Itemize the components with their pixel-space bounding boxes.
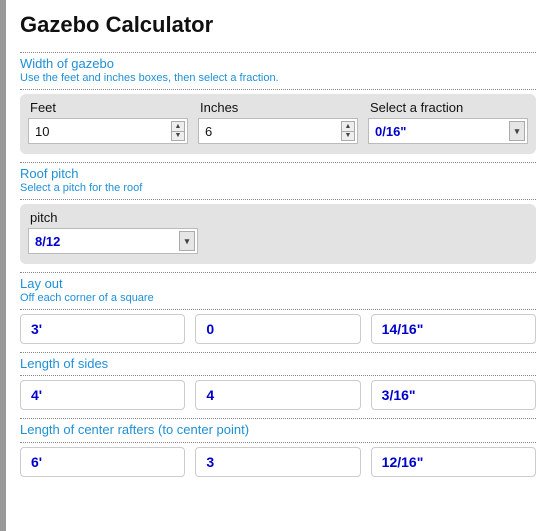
- section-sides-title: Length of sides: [20, 356, 536, 372]
- section-rafters-title: Length of center rafters (to center poin…: [20, 422, 536, 438]
- width-feet-spinner[interactable]: ▲ ▼: [171, 121, 185, 141]
- section-width-subtitle: Use the feet and inches boxes, then sele…: [20, 72, 536, 86]
- sides-inches-output: 4: [195, 380, 360, 410]
- chevron-up-icon[interactable]: ▲: [342, 122, 354, 132]
- pitch-field: pitch 8/12 ▾: [28, 210, 198, 254]
- rafters-output-row: 6' 3 12/16": [20, 447, 536, 477]
- width-input-group: Feet 10 ▲ ▼ Inches 6 ▲ ▼: [20, 94, 536, 154]
- section-pitch-subtitle: Select a pitch for the roof: [20, 182, 536, 196]
- section-width-header: Width of gazebo Use the feet and inches …: [20, 52, 536, 90]
- width-inches-field: Inches 6 ▲ ▼: [198, 100, 358, 144]
- chevron-down-icon[interactable]: ▾: [509, 121, 525, 141]
- chevron-down-icon[interactable]: ▼: [342, 132, 354, 141]
- width-feet-field: Feet 10 ▲ ▼: [28, 100, 188, 144]
- width-feet-value: 10: [35, 124, 165, 139]
- section-pitch-title: Roof pitch: [20, 166, 536, 182]
- width-fraction-label: Select a fraction: [370, 100, 528, 115]
- section-pitch: Roof pitch Select a pitch for the roof p…: [20, 162, 536, 264]
- pitch-value: 8/12: [35, 234, 60, 249]
- width-fraction-value: 0/16": [375, 124, 406, 139]
- section-pitch-header: Roof pitch Select a pitch for the roof: [20, 162, 536, 200]
- pitch-label: pitch: [30, 210, 198, 225]
- width-fraction-select[interactable]: 0/16" ▾: [368, 118, 528, 144]
- width-feet-label: Feet: [30, 100, 188, 115]
- width-fraction-field: Select a fraction 0/16" ▾: [368, 100, 528, 144]
- width-inches-input[interactable]: 6 ▲ ▼: [198, 118, 358, 144]
- section-width: Width of gazebo Use the feet and inches …: [20, 52, 536, 154]
- sides-output-row: 4' 4 3/16": [20, 380, 536, 410]
- chevron-up-icon[interactable]: ▲: [172, 122, 184, 132]
- section-sides: Length of sides 4' 4 3/16": [20, 352, 536, 410]
- width-inches-spinner[interactable]: ▲ ▼: [341, 121, 355, 141]
- sides-fraction-output: 3/16": [371, 380, 536, 410]
- layout-fraction-output: 14/16": [371, 314, 536, 344]
- rafters-inches-output: 3: [195, 447, 360, 477]
- section-layout-title: Lay out: [20, 276, 536, 292]
- width-inches-label: Inches: [200, 100, 358, 115]
- section-width-title: Width of gazebo: [20, 56, 536, 72]
- page-title: Gazebo Calculator: [20, 12, 536, 38]
- rafters-fraction-output: 12/16": [371, 447, 536, 477]
- sides-feet-output: 4': [20, 380, 185, 410]
- section-layout-header: Lay out Off each corner of a square: [20, 272, 536, 310]
- section-rafters-header: Length of center rafters (to center poin…: [20, 418, 536, 442]
- width-feet-input[interactable]: 10 ▲ ▼: [28, 118, 188, 144]
- section-layout: Lay out Off each corner of a square 3' 0…: [20, 272, 536, 344]
- layout-output-row: 3' 0 14/16": [20, 314, 536, 344]
- chevron-down-icon[interactable]: ▾: [179, 231, 195, 251]
- section-layout-subtitle: Off each corner of a square: [20, 292, 536, 306]
- layout-feet-output: 3': [20, 314, 185, 344]
- section-rafters: Length of center rafters (to center poin…: [20, 418, 536, 476]
- layout-inches-output: 0: [195, 314, 360, 344]
- section-sides-header: Length of sides: [20, 352, 536, 376]
- app-shell: Gazebo Calculator Width of gazebo Use th…: [0, 0, 550, 531]
- pitch-input-group: pitch 8/12 ▾: [20, 204, 536, 264]
- chevron-down-icon[interactable]: ▼: [172, 132, 184, 141]
- pitch-select[interactable]: 8/12 ▾: [28, 228, 198, 254]
- rafters-feet-output: 6': [20, 447, 185, 477]
- width-inches-value: 6: [205, 124, 335, 139]
